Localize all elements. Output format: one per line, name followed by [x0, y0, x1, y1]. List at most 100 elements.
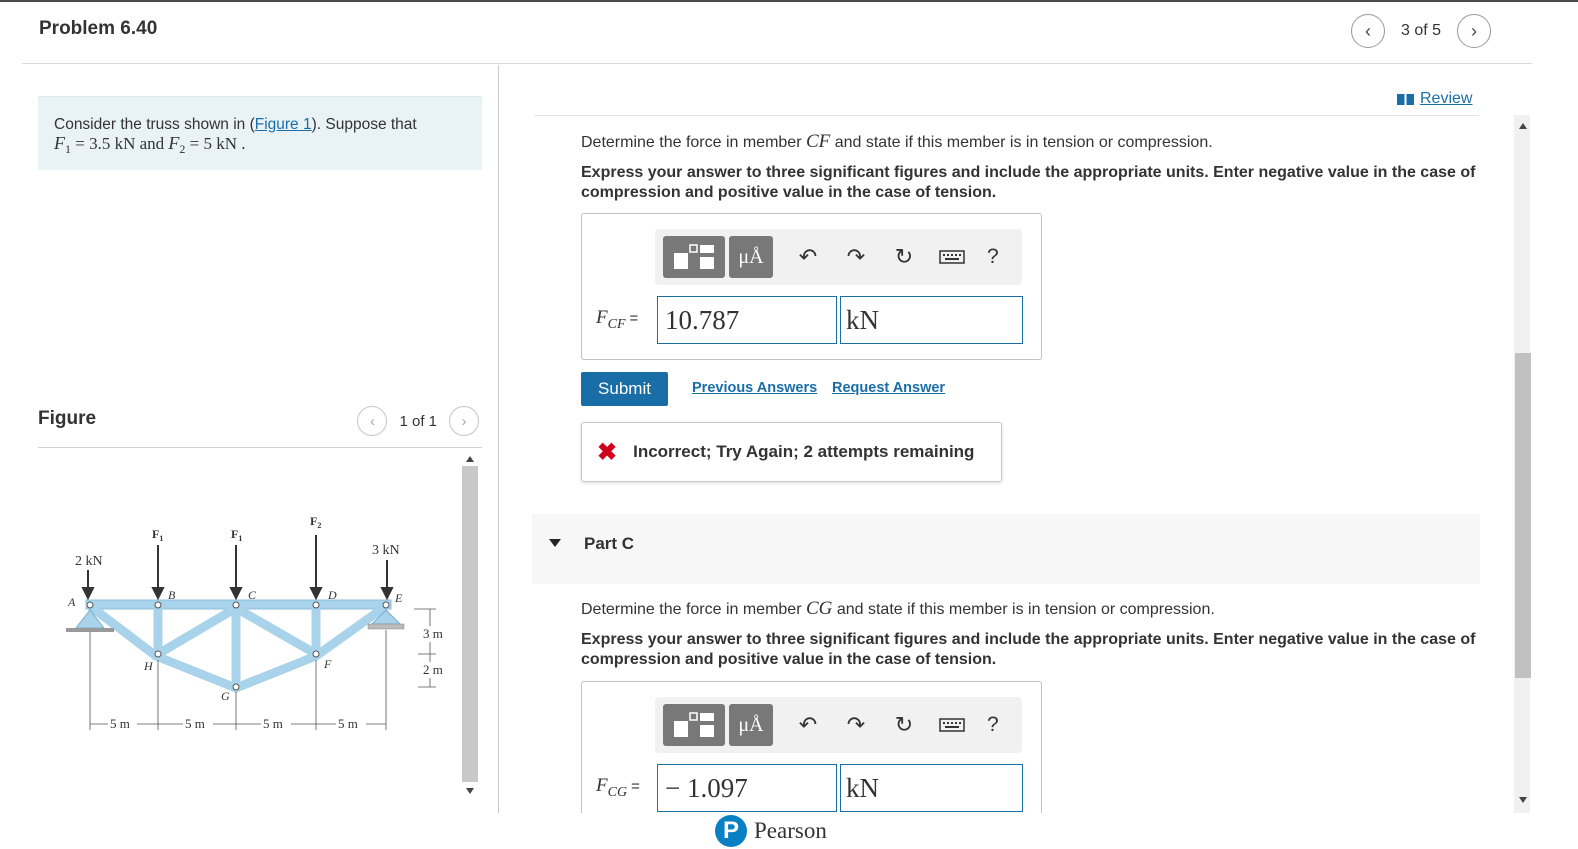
prev-figure-button[interactable]: ‹	[357, 406, 388, 436]
prev-problem-button[interactable]: ‹	[1351, 14, 1385, 48]
member-cf	[231, 603, 321, 659]
figure-scrollbar[interactable]	[461, 452, 478, 800]
figure-position: 1 of 1	[399, 412, 437, 430]
problem-title: Problem 6.40	[39, 18, 158, 39]
part-c-instructions: Express your answer to three significant…	[581, 631, 1476, 668]
column-divider	[498, 65, 499, 813]
undo-button[interactable]: ↶	[791, 240, 825, 274]
part-c-title: Part C	[584, 534, 635, 553]
label-node-d: D	[327, 588, 337, 602]
label-span-4: 5 m	[338, 716, 358, 731]
member-hg	[151, 651, 241, 693]
reset-icon: ↻	[894, 712, 914, 737]
part-c-header[interactable]: Part C	[532, 514, 1480, 584]
scroll-down-icon[interactable]	[1519, 797, 1527, 803]
redo-button[interactable]: ↷	[839, 240, 873, 274]
chevron-right-icon: ›	[461, 412, 467, 430]
truss-diagram: 2 kN 3 kN F1 F1 F2 A B C D E F G H 3 m 2…	[66, 514, 443, 731]
feedback-message: ✖ Incorrect; Try Again; 2 attempts remai…	[581, 422, 1002, 482]
help-button[interactable]: ?	[987, 245, 999, 269]
redo-icon: ↷	[846, 712, 866, 737]
problem-header: Problem 6.40 ‹ 3 of 5 ›	[22, 0, 1532, 64]
chevron-right-icon: ›	[1471, 20, 1478, 41]
figure-scroll-thumb[interactable]	[462, 466, 478, 782]
joint-g	[232, 683, 240, 691]
collapse-arrow-icon[interactable]	[549, 539, 561, 547]
templates-icon	[674, 244, 714, 269]
part-b-unit-input[interactable]: kN	[840, 296, 1023, 344]
content-rule	[534, 115, 1479, 116]
incorrect-x-icon: ✖	[597, 438, 618, 466]
problem-statement: Consider the truss shown in (Figure 1). …	[38, 96, 482, 170]
label-node-g: G	[221, 689, 230, 703]
label-span-1: 5 m	[110, 716, 130, 731]
units-button[interactable]: μÅ	[729, 236, 773, 278]
math-toolbar-c: μÅ ↶ ↷ ↻ ?	[655, 697, 1022, 753]
f2-symbol: F	[168, 133, 180, 153]
joint-f	[312, 650, 320, 658]
label-node-f: F	[323, 657, 332, 671]
label-2kn: 2 kN	[75, 554, 103, 569]
units-button-c[interactable]: μÅ	[729, 704, 773, 746]
review-label: Review	[1420, 90, 1473, 107]
label-node-c: C	[248, 588, 257, 602]
label-dim-3m: 3 m	[423, 626, 443, 641]
label-node-e: E	[394, 591, 403, 605]
statement-after-link: ). Suppose that	[311, 116, 417, 133]
keyboard-button[interactable]	[935, 240, 969, 274]
label-f1-b: F1	[152, 527, 163, 543]
f1-symbol: F	[54, 133, 65, 153]
part-b-value-input[interactable]: 10.787	[657, 296, 837, 344]
keyboard-icon	[939, 718, 965, 732]
joint-c	[232, 601, 240, 609]
label-node-h: H	[143, 659, 154, 673]
part-c-member: CG	[805, 598, 833, 619]
book-icon	[1397, 93, 1414, 105]
reset-button-c[interactable]: ↻	[887, 708, 921, 742]
keyboard-button-c[interactable]	[935, 708, 969, 742]
part-c-field-row: FCG = − 1.097 kN	[596, 764, 1023, 812]
units-label: μÅ	[738, 713, 764, 736]
label-dim-2m: 2 m	[423, 662, 443, 677]
reset-icon: ↻	[894, 244, 914, 269]
undo-button-c[interactable]: ↶	[791, 708, 825, 742]
part-c-question: Determine the force in member CG and sta…	[581, 598, 1215, 619]
main-scrollbar[interactable]	[1514, 115, 1531, 813]
scroll-down-icon[interactable]	[466, 788, 474, 794]
label-span-2: 5 m	[185, 716, 205, 731]
pearson-p-icon: P	[715, 815, 747, 847]
joint-a	[86, 601, 94, 609]
label-node-a: A	[67, 595, 76, 609]
main-scroll-thumb[interactable]	[1515, 353, 1531, 678]
figure-link[interactable]: Figure 1	[255, 116, 312, 133]
help-button-c[interactable]: ?	[987, 713, 999, 737]
review-link[interactable]: Review	[1397, 90, 1472, 108]
templates-button-c[interactable]	[663, 704, 725, 746]
reset-button[interactable]: ↻	[887, 240, 921, 274]
math-toolbar: μÅ ↶ ↷ ↻ ?	[655, 229, 1022, 285]
f2-value: = 5 kN .	[185, 134, 246, 153]
request-answer-link[interactable]: Request Answer	[832, 380, 945, 396]
part-c-field-label: FCG =	[596, 775, 640, 800]
feedback-text: Incorrect; Try Again; 2 attempts remaini…	[633, 442, 975, 461]
label-3kn: 3 kN	[372, 543, 400, 558]
problem-position: 3 of 5	[1401, 22, 1442, 39]
submit-button[interactable]: Submit	[581, 372, 668, 406]
pearson-wordmark: Pearson	[754, 818, 827, 843]
scroll-up-icon[interactable]	[1519, 123, 1527, 129]
previous-answers-link[interactable]: Previous Answers	[692, 380, 817, 396]
keyboard-icon	[939, 250, 965, 264]
label-span-3: 5 m	[263, 716, 283, 731]
part-c-unit-input[interactable]: kN	[840, 764, 1023, 812]
scroll-up-icon[interactable]	[466, 456, 474, 462]
redo-button-c[interactable]: ↷	[839, 708, 873, 742]
member-gf	[231, 651, 321, 693]
next-figure-button[interactable]: ›	[449, 406, 479, 436]
part-b-field-label: FCF =	[596, 307, 639, 332]
units-label: μÅ	[738, 245, 764, 268]
templates-button[interactable]	[663, 236, 725, 278]
part-c-value-input[interactable]: − 1.097	[657, 764, 837, 812]
rollers-e	[367, 623, 405, 630]
part-b-member: CF	[805, 131, 831, 152]
next-problem-button[interactable]: ›	[1457, 14, 1492, 48]
